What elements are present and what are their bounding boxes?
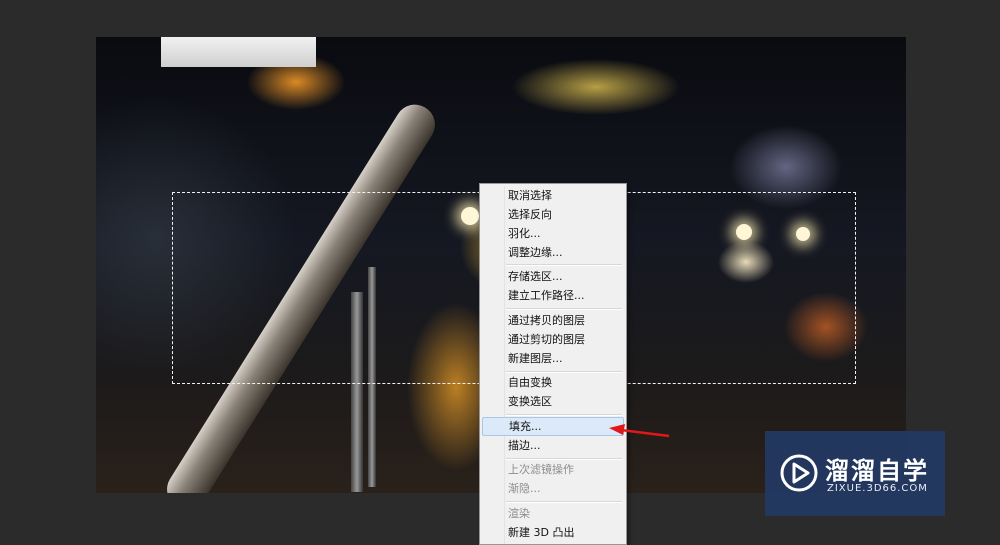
menu-item-last-filter: 上次滤镜操作 xyxy=(508,463,574,476)
menu-item-save-selection[interactable]: 存储选区... xyxy=(482,267,622,286)
menu-item-select-inverse[interactable]: 选择反向 xyxy=(482,205,622,224)
menu-item-new-layer[interactable]: 新建图层... xyxy=(482,349,622,368)
menu-separator xyxy=(506,501,622,503)
menu-item-stroke[interactable]: 描边... xyxy=(482,436,622,455)
watermark-url: ZIXUE.3D66.COM xyxy=(827,483,928,494)
watermark-title: 溜溜自学 xyxy=(825,457,929,485)
menu-separator xyxy=(506,264,622,266)
photo-sky xyxy=(161,37,316,67)
menu-item-fade: 渐隐... xyxy=(508,482,541,495)
menu-item-transform-selection[interactable]: 变换选区 xyxy=(482,392,622,411)
menu-item-layer-via-cut[interactable]: 通过剪切的图层 xyxy=(482,330,622,349)
menu-item-layer-via-copy[interactable]: 通过拷贝的图层 xyxy=(482,311,622,330)
menu-item-make-work-path[interactable]: 建立工作路径... xyxy=(482,286,622,305)
menu-item-feather[interactable]: 羽化... xyxy=(482,224,622,243)
menu-item-deselect[interactable]: 取消选择 xyxy=(482,186,622,205)
menu-item-render: 渲染 xyxy=(508,507,530,520)
menu-item-refine-edge[interactable]: 调整边缘... xyxy=(482,243,622,262)
menu-item-free-transform[interactable]: 自由变换 xyxy=(482,373,622,392)
menu-separator xyxy=(506,308,622,310)
workspace-canvas: 取消选择 选择反向 羽化... 调整边缘... 存储选区... 建立工作路径..… xyxy=(0,0,1000,545)
context-menu: 取消选择 选择反向 羽化... 调整边缘... 存储选区... 建立工作路径..… xyxy=(479,183,627,545)
watermark-badge: 溜溜自学 ZIXUE.3D66.COM xyxy=(765,431,945,516)
menu-separator xyxy=(506,414,622,416)
red-arrow-annotation xyxy=(609,424,670,438)
menu-item-fill[interactable]: 填充... xyxy=(482,417,624,436)
menu-item-new-3d-extrusion[interactable]: 新建 3D 凸出 xyxy=(482,523,622,542)
play-logo-icon xyxy=(780,454,818,492)
